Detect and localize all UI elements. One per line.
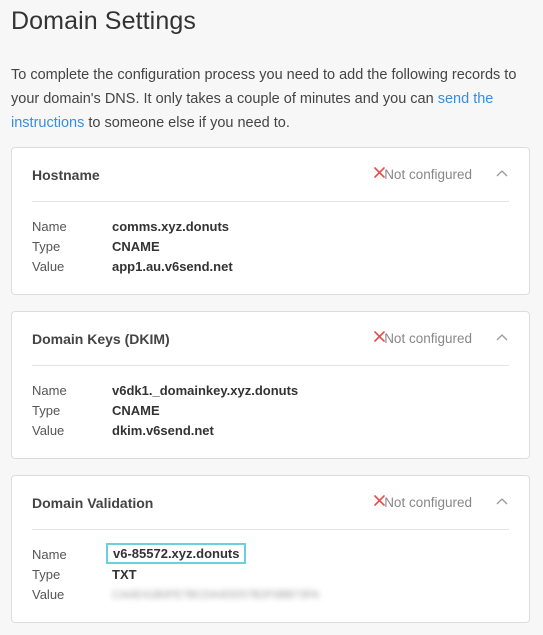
value-value: dkim.v6send.net bbox=[112, 423, 214, 438]
dkim-card-header[interactable]: Domain Keys (DKIM) Not configured bbox=[12, 312, 529, 366]
name-row: Name comms.xyz.donuts bbox=[32, 217, 502, 237]
status-badge: Not configured bbox=[384, 331, 472, 346]
hostname-card: Hostname Not configured Name comms.xyz.d… bbox=[11, 147, 530, 295]
blurred-value: CAAE41B0FE7BCDA4DD57B2F0BB73FA bbox=[112, 589, 320, 601]
record-details: Name v6dk1._domainkey.xyz.donuts Type CN… bbox=[32, 381, 502, 441]
type-value: CNAME bbox=[112, 403, 160, 418]
divider bbox=[32, 529, 509, 530]
card-title: Domain Keys (DKIM) bbox=[32, 331, 170, 347]
domain-validation-card: Domain Validation Not configured Name v6… bbox=[11, 475, 530, 623]
value-row: Value CAAE41B0FE7BCDA4DD57B2F0BB73FA bbox=[32, 585, 502, 605]
dkim-card: Domain Keys (DKIM) Not configured Name v… bbox=[11, 311, 530, 459]
intro-text: To complete the configuration process yo… bbox=[11, 67, 517, 131]
name-value: comms.xyz.donuts bbox=[112, 219, 230, 234]
name-value: v6dk1._domainkey.xyz.donuts bbox=[112, 383, 299, 398]
chevron-up-icon[interactable] bbox=[496, 169, 508, 177]
page-title: Domain Settings bbox=[11, 7, 196, 35]
name-row: Name v6dk1._domainkey.xyz.donuts bbox=[32, 381, 502, 401]
record-details: Name comms.xyz.donuts Type CNAME Value a… bbox=[32, 217, 502, 277]
domain-validation-card-header[interactable]: Domain Validation Not configured bbox=[12, 476, 529, 530]
type-label: Type bbox=[32, 403, 61, 418]
type-label: Type bbox=[32, 567, 61, 582]
card-title: Domain Validation bbox=[32, 495, 154, 511]
highlighted-name-value[interactable]: v6-85572.xyz.donuts bbox=[106, 543, 247, 564]
status-badge: Not configured bbox=[384, 495, 472, 510]
value-label: Value bbox=[32, 259, 65, 274]
type-row: Type CNAME bbox=[32, 401, 502, 421]
chevron-up-icon[interactable] bbox=[496, 497, 508, 505]
card-title: Hostname bbox=[32, 167, 100, 183]
value-value: app1.au.v6send.net bbox=[112, 259, 233, 274]
record-details: Name v6-85572.xyz.donuts Type TXT Value … bbox=[32, 543, 502, 605]
type-value: CNAME bbox=[112, 239, 160, 254]
chevron-up-icon[interactable] bbox=[496, 333, 508, 341]
type-row: Type TXT bbox=[32, 565, 502, 585]
value-row: Value app1.au.v6send.net bbox=[32, 257, 502, 277]
name-label: Name bbox=[32, 383, 67, 398]
type-row: Type CNAME bbox=[32, 237, 502, 257]
divider bbox=[32, 365, 509, 366]
name-row: Name v6-85572.xyz.donuts bbox=[32, 543, 502, 565]
value-row: Value dkim.v6send.net bbox=[32, 421, 502, 441]
value-label: Value bbox=[32, 587, 65, 602]
hostname-card-header[interactable]: Hostname Not configured bbox=[12, 148, 529, 202]
type-label: Type bbox=[32, 239, 61, 254]
value-label: Value bbox=[32, 423, 65, 438]
name-label: Name bbox=[32, 547, 67, 562]
status-badge: Not configured bbox=[384, 167, 472, 182]
type-value: TXT bbox=[112, 567, 137, 582]
divider bbox=[32, 201, 509, 202]
name-label: Name bbox=[32, 219, 67, 234]
